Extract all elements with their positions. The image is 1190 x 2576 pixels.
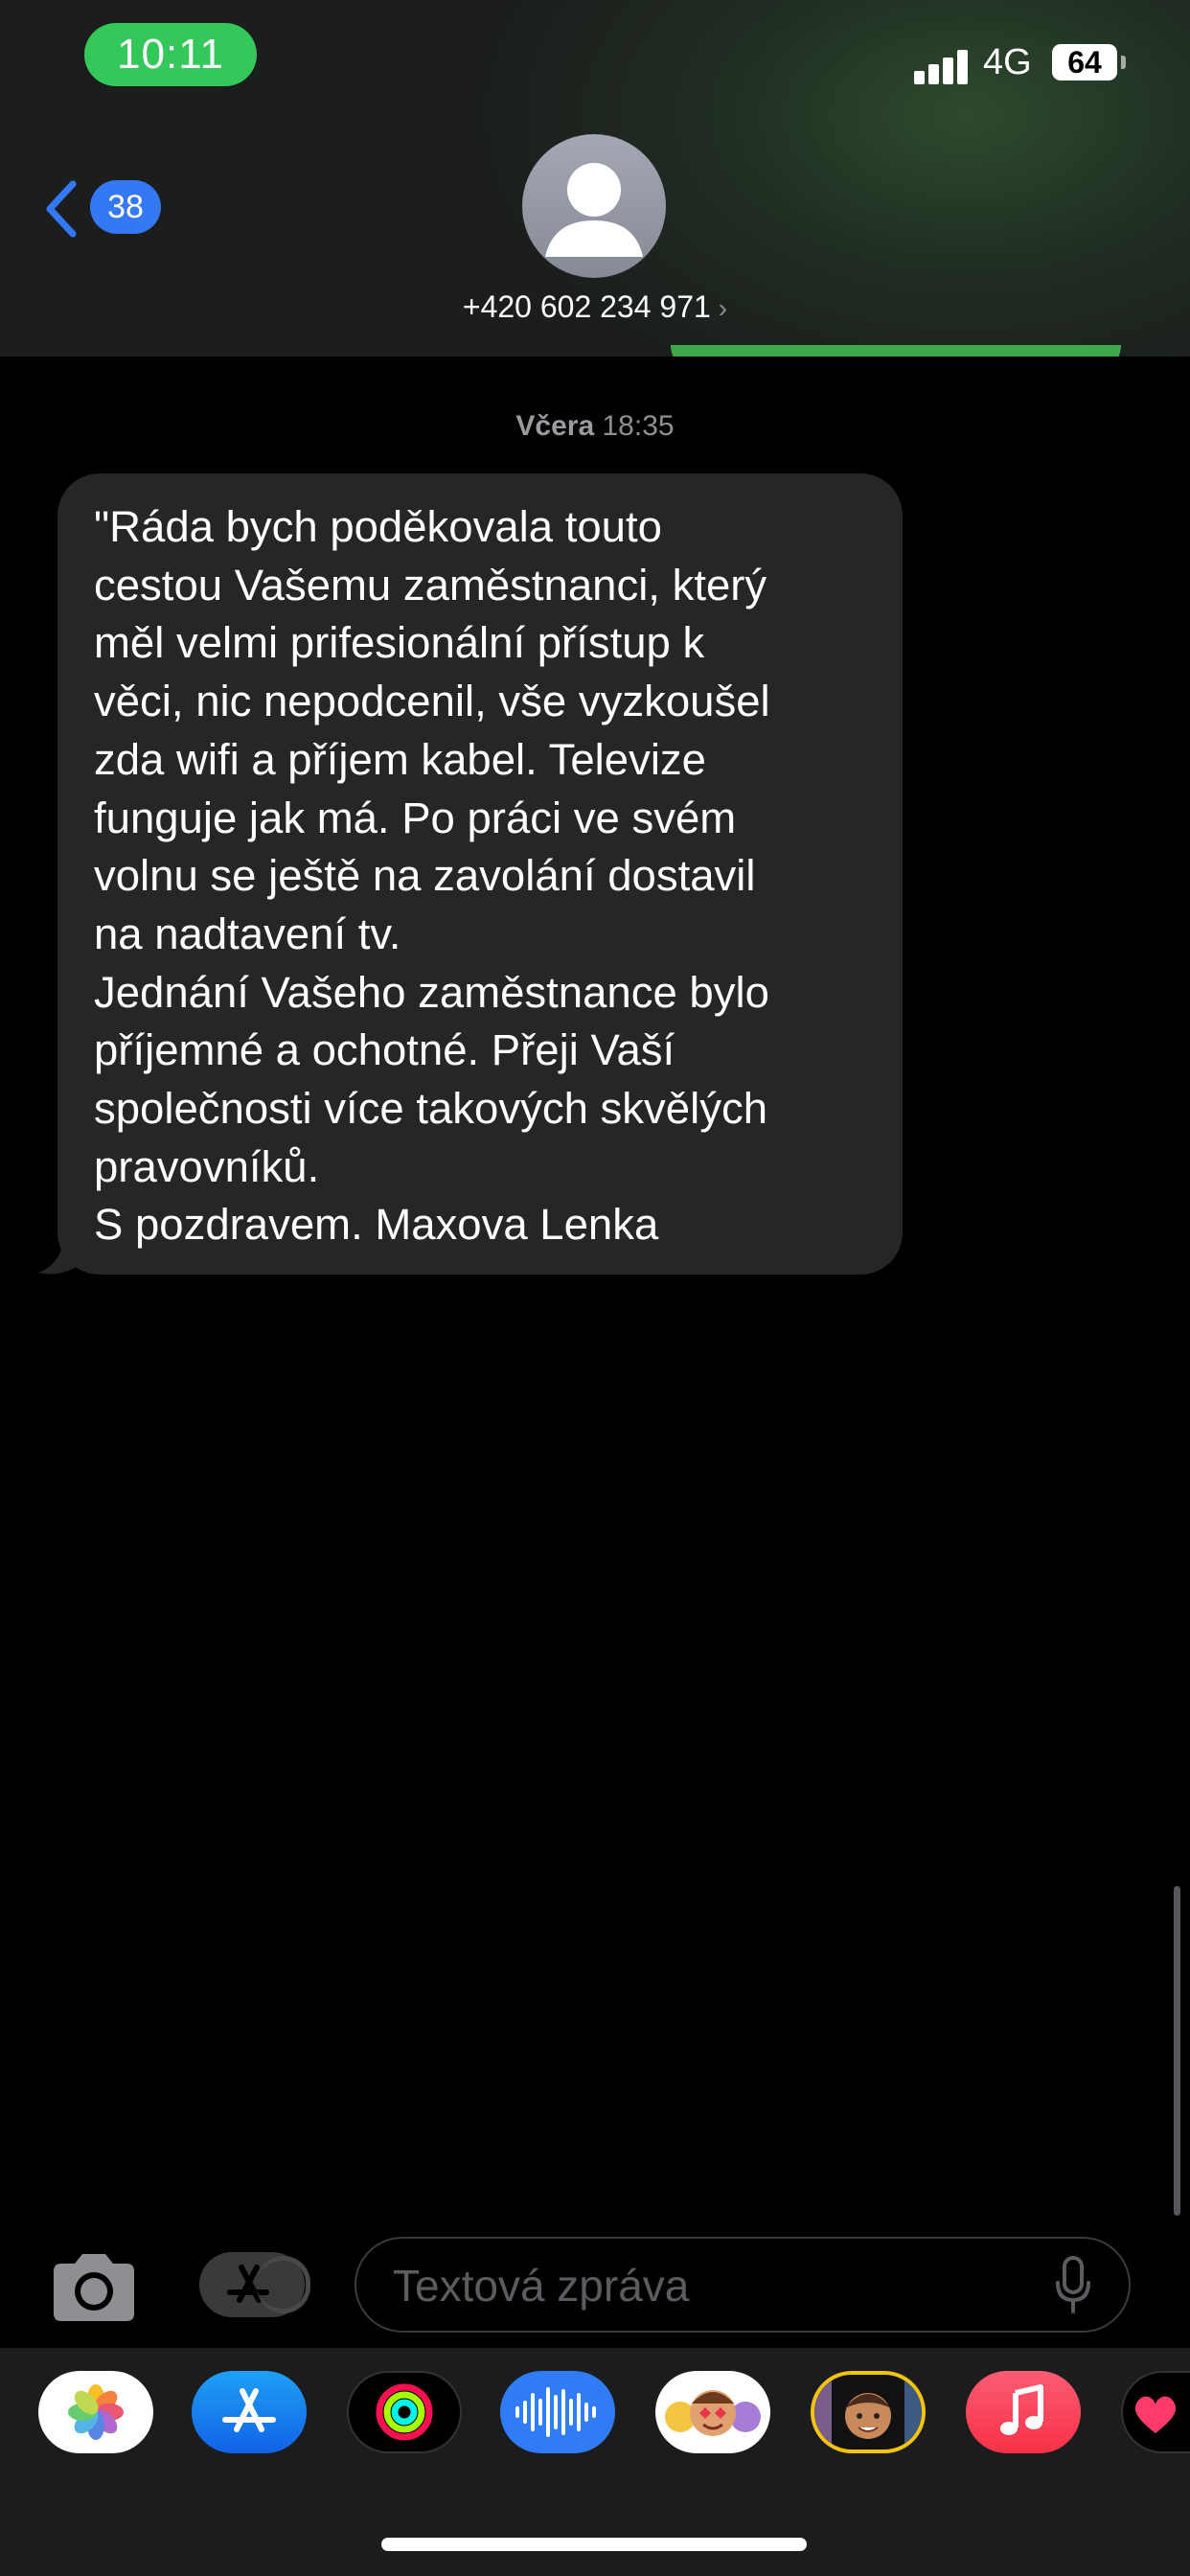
message-line: S pozdravem. Maxova Lenka [94,1200,659,1250]
memoji-icon [814,2375,922,2450]
status-time[interactable]: 10:11 [84,23,257,86]
message-line: věci, nic nepodcenil, vše vyzkoušel [94,677,770,726]
message-input[interactable]: Textová zpráva [355,2237,1131,2333]
previous-message-peek [671,345,1121,356]
home-indicator[interactable] [381,2538,807,2551]
music-app-button[interactable] [966,2371,1081,2453]
battery-icon: 64 [1052,44,1117,80]
message-input-placeholder: Textová zpráva [393,2261,690,2311]
message-line: na nadtavení tv. [94,908,401,958]
waveform-icon [515,2387,596,2437]
camera-icon [54,2254,134,2321]
bubble-tail [38,1236,92,1275]
conversation-header: 10:11 4G 64 38 +420 602 234 971 › [0,0,1190,356]
app-store-apps-button[interactable] [199,2252,310,2317]
message-line: funguje jak má. Po práci ve svém [94,793,737,842]
message-line: zda wifi a příjem kabel. Televize [94,734,706,784]
camera-button[interactable] [46,2250,142,2327]
photos-icon [68,2384,124,2440]
activity-rings-icon [376,2383,433,2441]
unread-count-badge: 38 [90,180,161,234]
message-line: "Ráda bych poděkovala touto [94,502,662,551]
apps-button-ring [257,2256,310,2313]
timestamp-day: Včera [515,410,595,442]
contact-name-button[interactable]: +420 602 234 971 › [0,289,1190,325]
message-line: Jednání Vašeho zaměstnance bylo [94,967,769,1017]
music-note-icon [1000,2384,1043,2435]
memoji-stickers-icon [665,2390,761,2436]
timestamp-time: 18:35 [602,410,675,442]
microphone-icon[interactable] [1054,2256,1092,2315]
message-line: měl velmi prifesionální přístup k [94,618,705,668]
memoji-app-button[interactable] [811,2371,926,2453]
back-button[interactable]: 38 [42,176,176,240]
app-store-app-button[interactable] [192,2371,307,2453]
message-line: společnosti více takových skvělých [94,1084,768,1134]
message-timestamp: Včera 18:35 [0,410,1190,443]
cellular-signal-icon [914,46,970,84]
activity-app-button[interactable] [347,2371,462,2453]
message-line: pravovníků. [94,1141,320,1191]
message-line: příjemné a ochotné. Přeji Vaší [94,1025,675,1075]
person-silhouette-icon [545,163,643,257]
incoming-message-bubble[interactable]: "Ráda bych poděkovala touto cestou Vašem… [57,473,903,1275]
heart-icon [1134,2396,1177,2433]
message-line: volnu se ještě na zavolání dostavil [94,851,756,901]
contact-avatar[interactable] [522,134,666,278]
battery-nub [1121,56,1126,69]
scroll-indicator[interactable] [1174,1886,1180,2216]
network-type: 4G [983,42,1032,82]
memoji-stickers-app-button[interactable] [655,2371,770,2453]
audio-message-app-button[interactable] [500,2371,615,2453]
app-store-a-icon [222,2388,276,2432]
chevron-left-icon [46,180,77,238]
contact-phone-number: +420 602 234 971 [462,289,711,324]
photos-app-button[interactable] [38,2371,153,2453]
message-line: cestou Vašemu zaměstnanci, který [94,560,767,610]
chevron-right-icon: › [718,293,728,323]
